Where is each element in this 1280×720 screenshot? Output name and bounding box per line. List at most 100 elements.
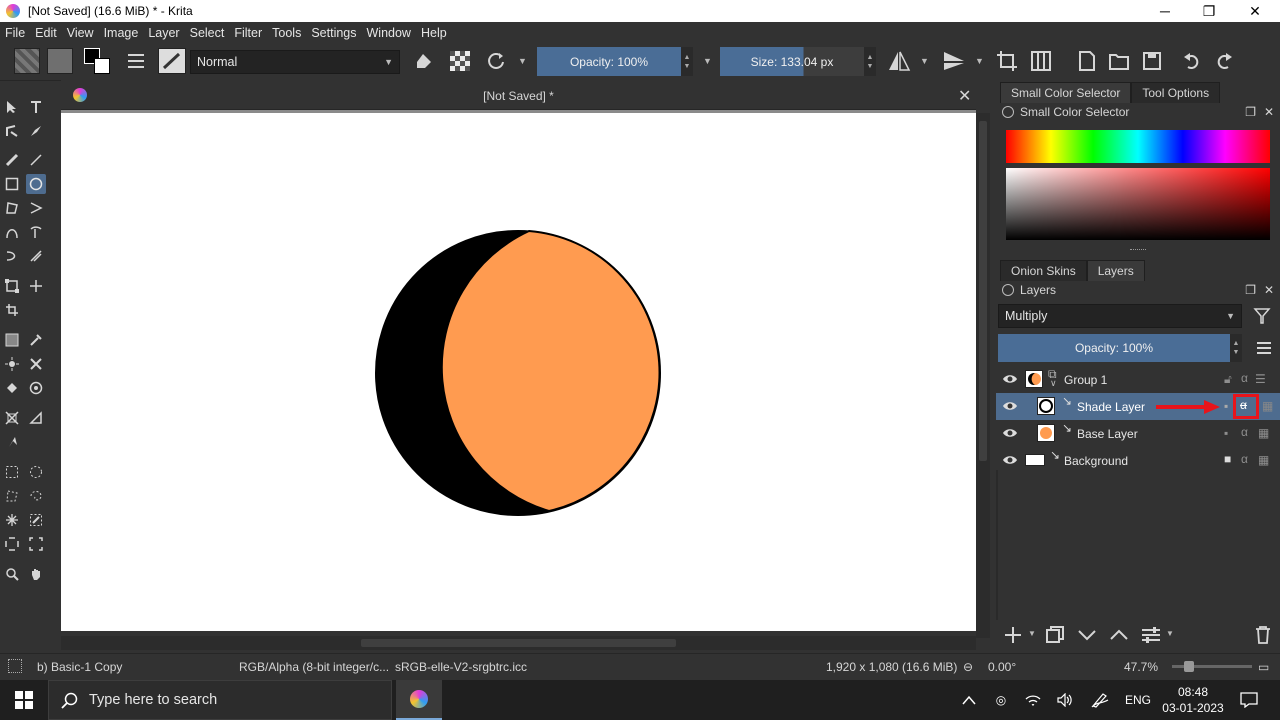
menu-filter[interactable]: Filter	[229, 26, 267, 40]
similar-color-selection-tool-icon[interactable]	[26, 510, 46, 530]
gradient-selector[interactable]	[14, 48, 40, 74]
alpha-inherit-icon[interactable]: α	[1240, 398, 1247, 412]
brush-preset-icon[interactable]	[158, 48, 186, 74]
menu-layer[interactable]: Layer	[143, 26, 184, 40]
transform-tool-icon[interactable]	[2, 276, 22, 296]
move-layer-down-icon[interactable]	[1076, 624, 1098, 646]
move-layer-up-icon[interactable]	[1108, 624, 1130, 646]
document-tab[interactable]: [Not Saved] * ✕	[61, 82, 976, 110]
chevron-down-icon[interactable]: ▼	[518, 56, 527, 66]
freehand-path-tool-icon[interactable]	[26, 222, 46, 242]
lock-icon[interactable]: 🔓︎	[1224, 372, 1232, 387]
layer-row[interactable]: ↘ Background ■ α ▦	[996, 447, 1280, 474]
lock-icon[interactable]: ▪	[1224, 399, 1228, 413]
assistant-tool-icon[interactable]	[2, 408, 22, 428]
layer-opacity-spinner[interactable]: ▲ ▼	[1230, 334, 1242, 362]
bezier-tool-icon[interactable]	[2, 222, 22, 242]
alpha-inherit-icon[interactable]: α	[1241, 452, 1248, 466]
crop-tool-icon[interactable]	[2, 300, 22, 320]
multibrush-tool-icon[interactable]	[26, 246, 46, 266]
size-slider[interactable]: Size: 133.04 px	[720, 47, 864, 76]
mirror-horizontal-icon[interactable]	[886, 49, 912, 73]
visibility-eye-icon[interactable]	[1002, 427, 1018, 439]
freehand-selection-tool-icon[interactable]	[26, 486, 46, 506]
menu-settings[interactable]: Settings	[306, 26, 361, 40]
menu-tools[interactable]: Tools	[267, 26, 306, 40]
close-panel-icon[interactable]: ✕	[1264, 105, 1274, 119]
line-tool-icon[interactable]	[26, 150, 46, 170]
delete-layer-icon[interactable]	[1252, 624, 1274, 646]
reference-images-tool-icon[interactable]	[2, 432, 22, 452]
zoom-slider[interactable]	[1172, 661, 1252, 672]
float-panel-icon[interactable]: ❐	[1245, 105, 1256, 119]
checker-icon[interactable]: ▦	[1262, 399, 1273, 413]
smart-patch-tool-icon[interactable]	[26, 354, 46, 374]
measure-tool-icon[interactable]	[26, 408, 46, 428]
selection-status-icon[interactable]	[8, 659, 22, 673]
dynamic-brush-tool-icon[interactable]	[2, 246, 22, 266]
restore-button[interactable]: ❐	[1186, 0, 1232, 22]
polygon-tool-icon[interactable]	[2, 198, 22, 218]
menu-window[interactable]: Window	[362, 26, 416, 40]
meet-now-icon[interactable]: ◎	[990, 680, 1012, 720]
duplicate-layer-icon[interactable]	[1044, 624, 1066, 646]
rotation-icon[interactable]: ⊖	[963, 660, 973, 674]
close-button[interactable]: ✕	[1232, 0, 1278, 22]
opacity-spinner[interactable]: ▲ ▼	[681, 47, 693, 76]
zoom-slider-knob[interactable]	[1184, 661, 1194, 672]
layer-row[interactable]: ↘ Base Layer ▪ α ▦	[996, 420, 1280, 447]
open-document-icon[interactable]	[1106, 49, 1132, 73]
windows-start-button[interactable]	[0, 680, 48, 720]
menu-image[interactable]: Image	[99, 26, 144, 40]
layer-properties-icon[interactable]: ☰	[1255, 372, 1266, 386]
magnetic-selection-tool-icon[interactable]	[26, 534, 46, 554]
close-panel-icon[interactable]: ✕	[1264, 283, 1274, 297]
mirror-vertical-icon[interactable]	[941, 49, 967, 73]
preserve-alpha-icon[interactable]	[448, 49, 472, 73]
taskbar-clock[interactable]: 08:48 03-01-2023	[1158, 684, 1228, 716]
visibility-eye-icon[interactable]	[1002, 454, 1018, 466]
tab-onion-skins[interactable]: Onion Skins	[1000, 260, 1087, 281]
chevron-down-icon[interactable]: ▼	[1166, 629, 1174, 638]
rectangle-tool-icon[interactable]	[2, 174, 22, 194]
chevron-down-icon[interactable]: ▼	[703, 56, 712, 66]
calligraphy-tool-icon[interactable]	[26, 121, 46, 141]
layer-properties-icon[interactable]	[1140, 624, 1162, 646]
float-panel-icon[interactable]: ❐	[1245, 283, 1256, 297]
volume-icon[interactable]	[1054, 680, 1076, 720]
eraser-mode-icon[interactable]	[412, 49, 436, 73]
lock-docker-icon[interactable]	[1002, 106, 1014, 118]
language-indicator[interactable]: ENG	[1120, 680, 1156, 720]
fill-tool-icon[interactable]	[2, 378, 22, 398]
vertical-scrollbar[interactable]	[976, 113, 990, 638]
vertical-scroll-thumb[interactable]	[979, 121, 987, 461]
lock-closed-icon[interactable]: ■	[1224, 452, 1231, 466]
canvas-only-icon[interactable]: ▭	[1258, 660, 1269, 674]
color-sampler-tool-icon[interactable]	[26, 330, 46, 350]
checker-icon[interactable]: ▦	[1258, 453, 1269, 467]
layer-row[interactable]: ⧉ ∨ Group 1 🔓︎ α ☰	[996, 366, 1280, 393]
menu-file[interactable]: File	[0, 26, 30, 40]
polyline-tool-icon[interactable]	[26, 198, 46, 218]
move-tool-icon[interactable]	[26, 276, 46, 296]
ellipse-tool-icon[interactable]	[26, 174, 46, 194]
layer-blend-mode-select[interactable]: Multiply ▼	[998, 304, 1242, 328]
lock-docker-icon[interactable]	[1002, 284, 1014, 296]
enclose-fill-tool-icon[interactable]	[26, 378, 46, 398]
brush-tool-icon[interactable]	[2, 150, 22, 170]
rectangular-selection-tool-icon[interactable]	[2, 462, 22, 482]
pen-workspace-icon[interactable]	[1088, 680, 1112, 720]
tab-tool-options[interactable]: Tool Options	[1131, 82, 1221, 103]
edit-shapes-tool-icon[interactable]	[2, 121, 22, 141]
pattern-selector[interactable]	[47, 48, 73, 74]
notifications-icon[interactable]	[1234, 680, 1264, 720]
brush-settings-icon[interactable]	[124, 49, 148, 73]
saturation-value-picker[interactable]	[1006, 168, 1270, 240]
splitter-handle[interactable]	[1130, 249, 1146, 252]
chevron-down-icon[interactable]: ▼	[920, 56, 929, 66]
contiguous-selection-tool-icon[interactable]	[2, 510, 22, 530]
horizontal-scroll-thumb[interactable]	[361, 639, 676, 647]
filter-icon[interactable]	[1252, 306, 1272, 326]
lock-icon[interactable]: ▪	[1224, 426, 1228, 440]
close-document-icon[interactable]: ✕	[958, 86, 971, 106]
